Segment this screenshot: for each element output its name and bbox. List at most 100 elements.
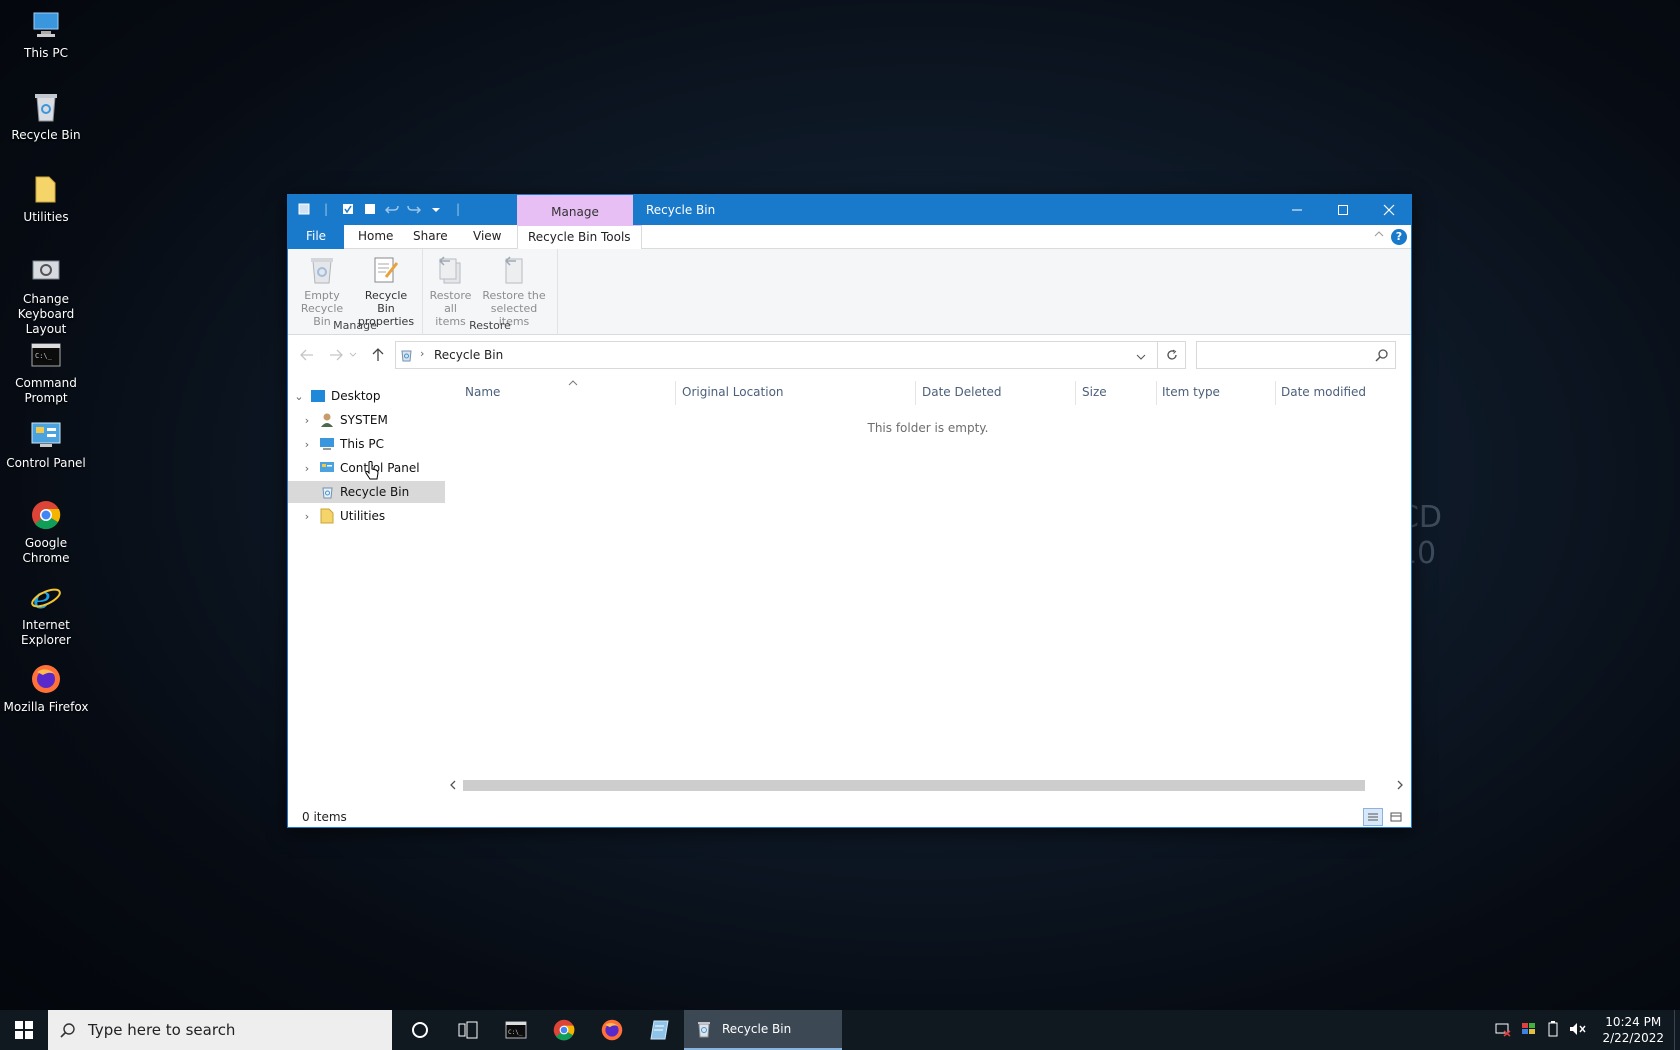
collapsed-chevron-icon[interactable]: ›: [300, 414, 314, 427]
large-icons-view-button[interactable]: [1386, 808, 1406, 826]
minimize-icon: [1292, 209, 1302, 211]
restore-all-items-button[interactable]: Restore all items: [428, 254, 473, 328]
help-icon[interactable]: ?: [1391, 229, 1407, 245]
clock[interactable]: 10:24 PM 2/22/2022: [1592, 1014, 1674, 1046]
desktop-icon-recycle-bin[interactable]: Recycle Bin: [0, 90, 92, 143]
cortana-button[interactable]: [396, 1010, 444, 1050]
scroll-right-icon[interactable]: [1395, 779, 1405, 794]
properties-checkmark-icon[interactable]: [340, 201, 356, 217]
collapse-ribbon-icon[interactable]: [1373, 229, 1385, 242]
refresh-button[interactable]: [1158, 341, 1186, 369]
column-header-date-modified[interactable]: Date modified: [1281, 385, 1366, 399]
taskbar-command-prompt[interactable]: C:\_: [492, 1010, 540, 1050]
windows-logo-icon: [15, 1021, 33, 1039]
breadcrumb-recycle-bin[interactable]: Recycle Bin: [434, 348, 503, 362]
recent-locations-button[interactable]: [346, 345, 360, 365]
desktop-icon-change-keyboard-layout[interactable]: Change Keyboard Layout: [0, 254, 92, 337]
up-button[interactable]: [368, 345, 388, 365]
expanded-chevron-icon[interactable]: ⌄: [292, 390, 306, 403]
details-view-button[interactable]: [1363, 808, 1383, 826]
network-disconnected-icon[interactable]: [1490, 1021, 1516, 1040]
desktop-icon-this-pc[interactable]: This PC: [0, 8, 92, 61]
forward-arrow-icon: [330, 349, 343, 361]
horizontal-scrollbar[interactable]: [445, 777, 1411, 794]
scrollbar-thumb[interactable]: [463, 780, 1365, 791]
maximize-button[interactable]: [1320, 195, 1366, 225]
column-header-size[interactable]: Size: [1082, 385, 1107, 399]
tree-item-this-pc[interactable]: › This PC: [288, 433, 445, 455]
recycle-bin-icon: [319, 484, 335, 500]
tree-item-system[interactable]: › SYSTEM: [288, 409, 445, 431]
tab-file[interactable]: File: [288, 225, 344, 249]
ribbon-group-label: Restore: [469, 319, 511, 332]
task-view-button[interactable]: [444, 1010, 492, 1050]
start-button[interactable]: [0, 1010, 48, 1050]
desktop-icon-mozilla-firefox[interactable]: Mozilla Firefox: [0, 662, 92, 715]
internet-explorer-icon: e: [29, 580, 63, 614]
redo-icon[interactable]: [406, 201, 422, 217]
address-dropdown-icon[interactable]: [1136, 351, 1146, 365]
taskbar-search-box[interactable]: Type here to search: [48, 1010, 392, 1050]
taskbar-google-chrome[interactable]: [540, 1010, 588, 1050]
column-header-name[interactable]: Name: [465, 385, 500, 399]
desktop-icon-label: Recycle Bin: [11, 128, 81, 142]
refresh-icon: [1166, 349, 1177, 360]
tree-item-recycle-bin[interactable]: Recycle Bin: [288, 481, 445, 503]
search-box[interactable]: [1196, 341, 1396, 369]
restore-selected-items-button[interactable]: Restore the selected items: [476, 254, 552, 328]
column-separator[interactable]: [915, 381, 916, 405]
column-separator[interactable]: [1275, 381, 1276, 405]
svg-text:C:\_: C:\_: [508, 1029, 523, 1036]
column-header-date-deleted[interactable]: Date Deleted: [922, 385, 1002, 399]
desktop-icon-utilities[interactable]: Utilities: [0, 172, 92, 225]
close-button[interactable]: [1366, 195, 1412, 225]
tab-share[interactable]: Share: [403, 225, 458, 249]
tab-view[interactable]: View: [463, 225, 511, 249]
tree-item-desktop[interactable]: ⌄ Desktop: [288, 385, 445, 407]
tree-item-utilities[interactable]: › Utilities: [288, 505, 445, 527]
show-desktop-button[interactable]: [1674, 1010, 1680, 1050]
search-icon[interactable]: [1375, 348, 1389, 365]
scroll-left-icon[interactable]: [448, 779, 458, 794]
volume-muted-icon[interactable]: [1564, 1021, 1592, 1040]
back-button[interactable]: [297, 345, 317, 365]
column-separator[interactable]: [1156, 381, 1157, 405]
item-count: 0 items: [302, 810, 347, 824]
system-tray: 10:24 PM 2/22/2022: [1490, 1010, 1680, 1050]
context-tab-manage[interactable]: Manage: [517, 195, 633, 225]
column-header-item-type[interactable]: Item type: [1162, 385, 1220, 399]
user-icon: [319, 412, 335, 428]
tree-item-label: Desktop: [331, 389, 381, 403]
taskbar-notepad[interactable]: [636, 1010, 684, 1050]
tab-home[interactable]: Home: [348, 225, 403, 249]
chrome-icon: [553, 1019, 575, 1041]
desktop-icon-internet-explorer[interactable]: e Internet Explorer: [0, 580, 92, 648]
terminal-icon: C:\_: [29, 338, 63, 372]
desktop-icon-label: Change Keyboard Layout: [17, 292, 75, 336]
desktop-icon-command-prompt[interactable]: C:\_ Command Prompt: [0, 338, 92, 406]
undo-icon[interactable]: [384, 201, 400, 217]
title-bar[interactable]: | | Manage Recycle Bin: [288, 195, 1411, 225]
status-bar: 0 items: [288, 805, 1411, 829]
taskbar-firefox[interactable]: [588, 1010, 636, 1050]
desktop-icon-google-chrome[interactable]: Google Chrome: [0, 498, 92, 566]
minimize-button[interactable]: [1274, 195, 1320, 225]
collapsed-chevron-icon[interactable]: ›: [300, 438, 314, 451]
column-separator[interactable]: [1075, 381, 1076, 405]
forward-button[interactable]: [326, 345, 346, 365]
column-separator[interactable]: [675, 381, 676, 405]
desktop-icon-control-panel[interactable]: Control Panel: [0, 418, 92, 471]
customize-qat-icon[interactable]: [428, 201, 444, 217]
taskbar-recycle-bin-window[interactable]: Recycle Bin: [684, 1010, 842, 1050]
collapsed-chevron-icon[interactable]: ›: [300, 510, 314, 523]
display-settings-icon[interactable]: [1516, 1021, 1542, 1040]
tab-recycle-bin-tools[interactable]: Recycle Bin Tools: [517, 225, 642, 250]
recycle-bin-properties-button[interactable]: Recycle Bin properties: [355, 254, 417, 328]
address-bar[interactable]: › Recycle Bin: [395, 341, 1158, 369]
battery-icon[interactable]: [1542, 1020, 1564, 1040]
column-header-original-location[interactable]: Original Location: [682, 385, 784, 399]
new-folder-icon[interactable]: [362, 201, 378, 217]
details-view-icon: [1368, 813, 1378, 821]
empty-recycle-bin-button[interactable]: Empty Recycle Bin: [293, 254, 351, 328]
collapsed-chevron-icon[interactable]: ›: [300, 462, 314, 475]
